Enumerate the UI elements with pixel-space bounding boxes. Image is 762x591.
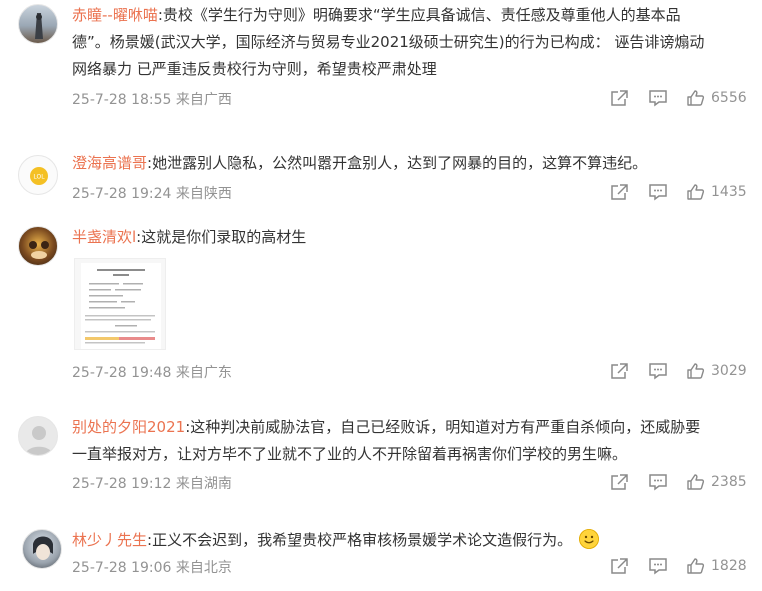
share-button[interactable]	[610, 87, 629, 109]
like-icon	[687, 363, 705, 379]
comment-icon	[649, 90, 667, 107]
avatar[interactable]: LOL	[18, 155, 58, 195]
username-link[interactable]: 半盏清欢l	[72, 228, 136, 246]
comment-meta: 25-7-28 18:55 来自广西	[72, 89, 232, 109]
like-button[interactable]: 6556	[686, 87, 747, 109]
share-icon	[611, 90, 628, 106]
comment-button[interactable]	[648, 555, 668, 577]
comment-text: 半盏清欢l:这就是你们录取的高材生	[72, 224, 752, 251]
comment-item: 赤瞳--曜咻喵:贵校《学生行为守则》明确要求“学生应具备诚信、责任感及尊重他人的…	[0, 0, 762, 120]
like-button[interactable]: 3029	[686, 360, 747, 382]
comment-body-line: 网络暴力 已严重违反贵校行为守则，希望贵校严肃处理	[72, 60, 437, 78]
timestamp: 25-7-28 19:06	[72, 560, 172, 576]
comment-text: 林少丿先生:正义不会迟到，我希望贵校严格审核杨景媛学术论文造假行为。	[72, 527, 752, 554]
location: 来自陕西	[175, 186, 232, 202]
comment-body: :这就是你们录取的高材生	[136, 228, 307, 246]
attached-image[interactable]	[74, 258, 166, 350]
username-link[interactable]: 赤瞳--曜咻喵	[72, 6, 158, 24]
comment-actions: 2385	[610, 471, 760, 493]
like-count: 3029	[711, 363, 747, 379]
like-count: 6556	[711, 90, 747, 106]
comment-actions: 6556	[610, 87, 760, 109]
like-icon	[687, 474, 705, 490]
svg-text:LOL: LOL	[33, 174, 45, 181]
comment-meta: 25-7-28 19:12 来自湖南	[72, 473, 232, 493]
timestamp: 25-7-28 19:48	[72, 365, 172, 381]
like-icon	[687, 558, 705, 574]
comment-item: 别处的夕阳2021:这种判决前威胁法官，自己已经败诉，明知道对方有严重自杀倾向，…	[0, 412, 762, 502]
comment-body: :贵校《学生行为守则》明确要求“学生应具备诚信、责任感及尊重他人的基本品	[157, 6, 681, 24]
comment-actions: 1435	[610, 181, 760, 203]
like-count: 1828	[711, 558, 747, 574]
comment-item: 林少丿先生:正义不会迟到，我希望贵校严格审核杨景媛学术论文造假行为。 25-7-…	[0, 525, 762, 591]
like-count: 2385	[711, 474, 747, 490]
comment-meta: 25-7-28 19:48 来自广东	[72, 362, 232, 382]
comment-button[interactable]	[648, 471, 668, 493]
location: 来自广东	[175, 365, 232, 381]
comment-icon	[649, 474, 667, 491]
location: 来自北京	[175, 560, 232, 576]
smile-emoji-icon	[578, 529, 599, 549]
like-button[interactable]: 1828	[686, 555, 747, 577]
share-button[interactable]	[610, 555, 629, 577]
comment-actions: 3029	[610, 360, 760, 382]
comment-body: :这种判决前威胁法官，自己已经败诉，明知道对方有严重自杀倾向，还威胁要	[185, 418, 701, 436]
username-link[interactable]: 林少丿先生	[72, 531, 147, 549]
comment-meta: 25-7-28 19:24 来自陕西	[72, 183, 232, 203]
share-icon	[611, 474, 628, 490]
timestamp: 25-7-28 19:12	[72, 476, 172, 492]
timestamp: 25-7-28 19:24	[72, 186, 172, 202]
timestamp: 25-7-28 18:55	[72, 92, 172, 108]
comment-text: 别处的夕阳2021:这种判决前威胁法官，自己已经败诉，明知道对方有严重自杀倾向，…	[72, 414, 752, 468]
comment-icon	[649, 184, 667, 201]
avatar[interactable]	[18, 226, 58, 266]
comment-meta: 25-7-28 19:06 来自北京	[72, 557, 232, 577]
share-button[interactable]	[610, 471, 629, 493]
location: 来自广西	[175, 92, 232, 108]
comment-body: :她泄露别人隐私，公然叫嚣开盒别人，达到了网暴的目的，这算不算违纪。	[147, 154, 648, 172]
comment-icon	[649, 558, 667, 575]
comment-body-line: 一直举报对方，让对方毕不了业就不了业的人不开除留着再祸害你们学校的男生嘛。	[72, 445, 628, 463]
like-button[interactable]: 2385	[686, 471, 747, 493]
comment-actions: 1828	[610, 555, 760, 577]
avatar[interactable]	[18, 4, 58, 44]
location: 来自湖南	[175, 476, 232, 492]
share-button[interactable]	[610, 181, 629, 203]
comment-body: :正义不会迟到，我希望贵校严格审核杨景媛学术论文造假行为。	[147, 531, 573, 549]
share-icon	[611, 184, 628, 200]
share-button[interactable]	[610, 360, 629, 382]
comment-button[interactable]	[648, 87, 668, 109]
comment-icon	[649, 363, 667, 380]
comment-item: LOL 澄海高谱哥:她泄露别人隐私，公然叫嚣开盒别人，达到了网暴的目的，这算不算…	[0, 145, 762, 215]
comment-body-line: 德”。杨景媛(武汉大学，国际经济与贸易专业2021级硕士研究生)的行为已构成： …	[72, 33, 705, 51]
comment-button[interactable]	[648, 360, 668, 382]
username-link[interactable]: 别处的夕阳2021	[72, 418, 185, 436]
share-icon	[611, 558, 628, 574]
like-icon	[687, 184, 705, 200]
like-icon	[687, 90, 705, 106]
comment-text: 澄海高谱哥:她泄露别人隐私，公然叫嚣开盒别人，达到了网暴的目的，这算不算违纪。	[72, 150, 752, 177]
like-button[interactable]: 1435	[686, 181, 747, 203]
username-link[interactable]: 澄海高谱哥	[72, 154, 147, 172]
avatar[interactable]	[18, 416, 58, 456]
avatar[interactable]	[22, 529, 62, 569]
comment-text: 赤瞳--曜咻喵:贵校《学生行为守则》明确要求“学生应具备诚信、责任感及尊重他人的…	[72, 2, 752, 83]
like-count: 1435	[711, 184, 747, 200]
comment-item: 半盏清欢l:这就是你们录取的高材生 25-7-28 19:48 来自广东 302…	[0, 222, 762, 387]
comment-button[interactable]	[648, 181, 668, 203]
share-icon	[611, 363, 628, 379]
